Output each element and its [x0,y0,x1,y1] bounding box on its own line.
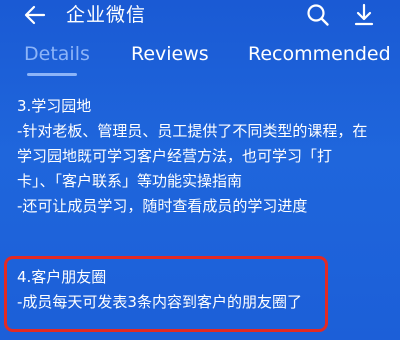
section-4-heading: 4.客户朋友圈 [17,268,107,286]
section-3-line: -针对老板、管理员、员工提供了不同类型的课程，在 [17,122,368,140]
section-3-line: -还可让成员学习，随时查看成员的学习进度 [17,197,308,215]
back-arrow-icon [24,5,46,25]
search-icon [307,4,329,26]
section-3-heading: 3.学习园地 [17,97,92,115]
back-button[interactable] [22,4,48,26]
section-3-line: 学习园地既可学习客户经营方法，也可学习「打 [17,147,333,165]
active-tab-indicator [27,73,77,76]
download-button[interactable] [352,2,376,28]
app-title: 企业微信 [66,4,147,26]
section-4: 4.客户朋友圈 -成员每天可发表3条内容到客户的朋友圈了 [17,265,302,315]
section-4-line: -成员每天可发表3条内容到客户的朋友圈了 [17,293,302,311]
tab-details[interactable]: Details [24,42,90,66]
download-icon [354,3,374,26]
search-button[interactable] [306,3,330,27]
tab-recommended[interactable]: Recommended [248,42,391,66]
app-details-screen: 企业微信 Details Reviews Recommended 3.学习园地 … [0,0,400,340]
tab-reviews[interactable]: Reviews [131,42,209,66]
top-bar: 企业微信 [0,0,400,34]
tab-bar: Details Reviews Recommended [0,34,400,80]
details-content: 3.学习园地 -针对老板、管理员、员工提供了不同类型的课程，在 学习园地既可学习… [17,94,392,219]
section-3-line: 卡」、「客户联系」等功能实操指南 [17,172,243,190]
